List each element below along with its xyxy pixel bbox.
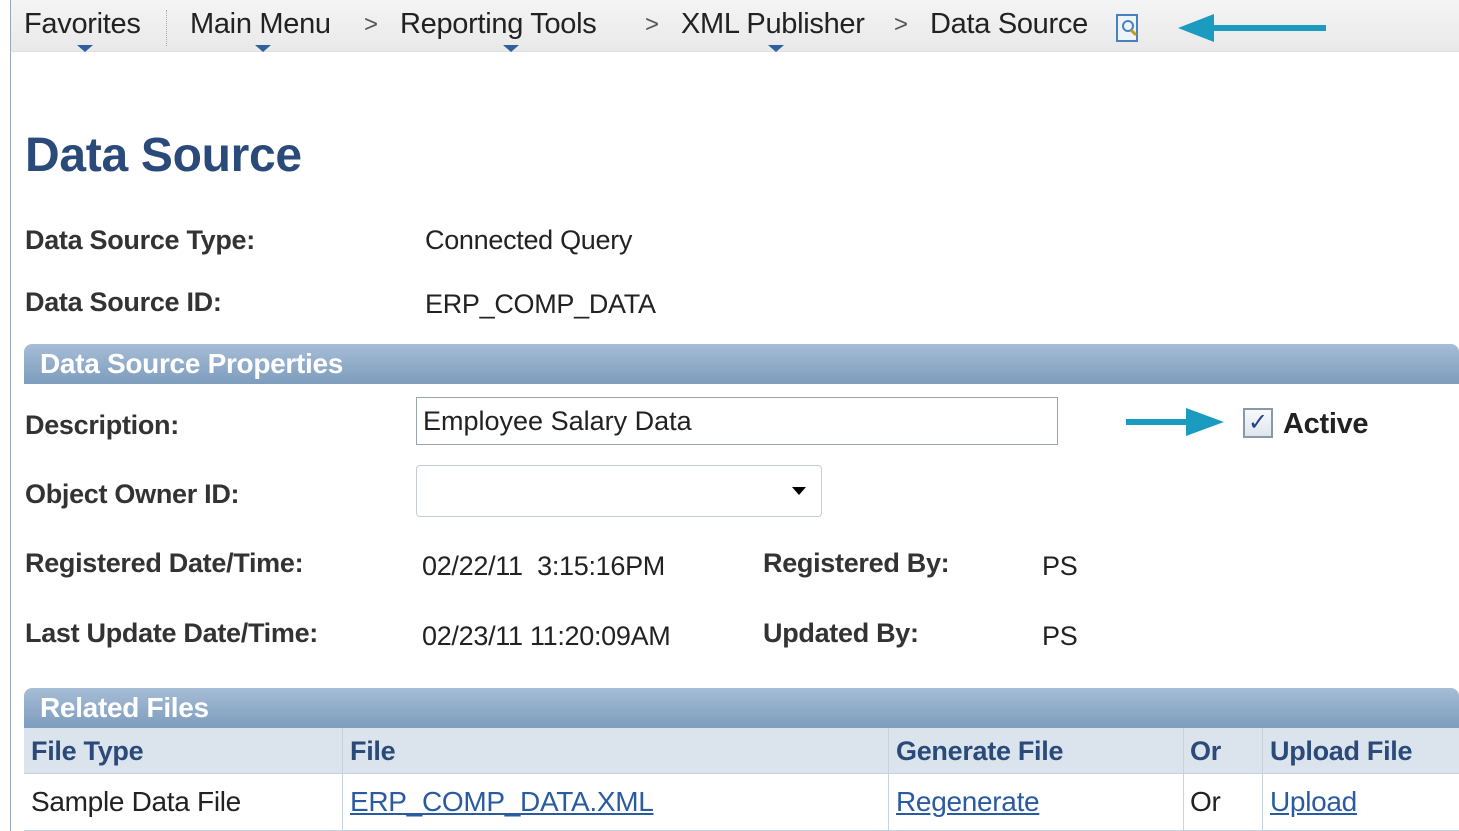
nav-xml-publisher[interactable]: XML Publisher — [681, 8, 865, 41]
data-source-type-label: Data Source Type: — [25, 225, 255, 255]
updated-by-label: Updated By: — [763, 618, 919, 648]
description-label: Description: — [25, 410, 179, 440]
file-link[interactable]: ERP_COMP_DATA.XML — [350, 786, 654, 818]
file-type-cell: Sample Data File — [31, 786, 241, 817]
related-files-section-title: Related Files — [40, 692, 209, 723]
nav-divider — [166, 10, 167, 46]
properties-section-title: Data Source Properties — [40, 348, 344, 379]
annotation-arrow-right-icon — [1126, 408, 1224, 436]
nav-main-menu[interactable]: Main Menu — [190, 8, 331, 41]
favorites-dropdown-icon[interactable] — [77, 45, 93, 52]
column-header-file[interactable]: File — [350, 736, 396, 767]
data-source-type-value: Connected Query — [425, 225, 633, 255]
last-update-datetime-label: Last Update Date/Time: — [25, 618, 318, 648]
column-header-or[interactable]: Or — [1190, 736, 1221, 767]
breadcrumb-separator: > — [645, 11, 660, 38]
nav-favorites[interactable]: Favorites — [24, 8, 141, 41]
data-source-id-value: ERP_COMP_DATA — [425, 289, 656, 319]
properties-section-header: Data Source Properties — [24, 344, 1459, 384]
annotation-arrow-left-icon — [1178, 14, 1326, 42]
column-divider — [888, 728, 889, 831]
description-input[interactable] — [416, 397, 1058, 445]
new-window-icon[interactable] — [1116, 14, 1138, 42]
column-divider — [1183, 728, 1184, 831]
registered-by-value: PS — [1042, 551, 1078, 581]
data-source-id-label: Data Source ID: — [25, 287, 222, 317]
registered-datetime-value: 02/22/11 3:15:16PM — [422, 551, 665, 581]
left-border — [10, 52, 11, 831]
active-label: Active — [1283, 408, 1369, 440]
column-divider — [1262, 728, 1263, 831]
reporting-tools-dropdown-icon[interactable] — [503, 45, 519, 52]
column-header-upload-file[interactable]: Upload File — [1270, 736, 1413, 767]
or-cell: Or — [1190, 786, 1221, 817]
column-header-file-type[interactable]: File Type — [31, 736, 144, 767]
main-menu-dropdown-icon[interactable] — [255, 45, 271, 52]
upload-link[interactable]: Upload — [1270, 786, 1357, 818]
nav-current-page: Data Source — [930, 8, 1088, 40]
object-owner-select[interactable] — [416, 465, 822, 517]
page-title: Data Source — [25, 129, 302, 182]
breadcrumb-separator: > — [894, 11, 909, 38]
breadcrumb-separator: > — [364, 11, 379, 38]
column-divider — [342, 728, 343, 831]
registered-datetime-label: Registered Date/Time: — [25, 548, 304, 578]
column-header-generate-file[interactable]: Generate File — [896, 736, 1063, 767]
last-update-datetime-value: 02/23/11 11:20:09AM — [422, 621, 671, 651]
xml-publisher-dropdown-icon[interactable] — [768, 45, 784, 52]
registered-by-label: Registered By: — [763, 548, 950, 578]
active-checkbox[interactable]: ✓ — [1243, 408, 1273, 438]
related-files-grid-header — [24, 728, 1459, 774]
related-files-section-header: Related Files — [24, 688, 1459, 728]
regenerate-link[interactable]: Regenerate — [896, 786, 1040, 818]
nav-reporting-tools[interactable]: Reporting Tools — [400, 8, 597, 41]
chevron-down-icon[interactable] — [792, 487, 806, 495]
object-owner-label: Object Owner ID: — [25, 479, 240, 509]
updated-by-value: PS — [1042, 621, 1078, 651]
